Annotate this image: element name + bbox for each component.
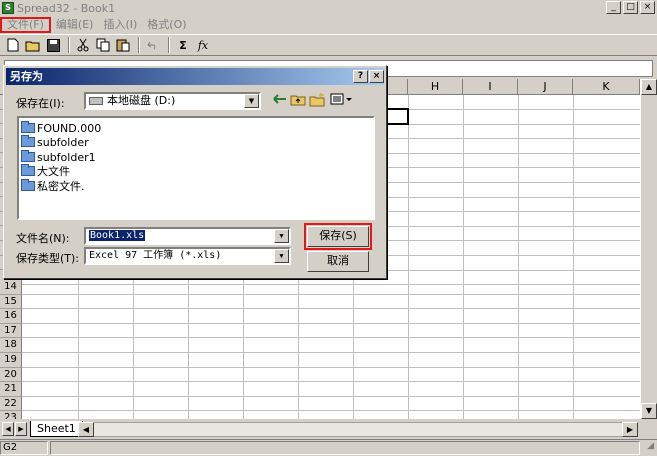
vertical-scrollbar[interactable]: ▲ ▼	[640, 79, 657, 419]
file-name: FOUND.000	[37, 121, 102, 135]
column-header-i[interactable]: I	[463, 79, 518, 95]
row-header-15[interactable]: 15	[0, 294, 22, 310]
save-as-dialog: 另存为 ? × 保存在(I): 本地磁盘 (D:) ▼ FOUND.000 su…	[3, 65, 387, 279]
menu-file[interactable]: 文件(F)	[0, 17, 51, 33]
file-list[interactable]: FOUND.000 subfolder subfolder1 大文件 私密文件.	[17, 116, 375, 220]
file-name: subfolder1	[37, 150, 96, 164]
row-header-20[interactable]: 20	[0, 367, 22, 383]
file-name: subfolder	[37, 135, 89, 149]
save-in-label: 保存在(I):	[16, 97, 65, 110]
chevron-down-icon[interactable]: ▼	[244, 94, 259, 108]
minimize-button[interactable]: _	[606, 1, 621, 14]
status-message	[50, 441, 640, 455]
list-item[interactable]: 私密文件.	[21, 179, 85, 193]
column-header-j[interactable]: J	[518, 79, 573, 95]
folder-icon	[21, 164, 35, 176]
sheet-tab-sheet1[interactable]: Sheet1	[30, 421, 83, 437]
drive-icon	[89, 97, 103, 105]
save-in-value: 本地磁盘 (D:)	[107, 94, 176, 107]
row-header-16[interactable]: 16	[0, 309, 22, 324]
column-header-h[interactable]: H	[408, 79, 463, 95]
status-bar: G2 ◢	[0, 439, 657, 456]
tab-next-icon[interactable]: ▶	[15, 422, 27, 436]
folder-icon	[21, 179, 35, 191]
file-name: 大文件	[37, 165, 70, 178]
filename-value: Book1.xls	[89, 230, 146, 241]
view-menu-icon[interactable]	[329, 93, 353, 109]
filename-input[interactable]: Book1.xls ▼	[84, 227, 291, 245]
menu-edit[interactable]: 编辑(E)	[51, 17, 99, 33]
list-item[interactable]: 大文件	[21, 164, 70, 178]
close-button[interactable]: ×	[640, 1, 655, 14]
row-header-17[interactable]: 17	[0, 323, 22, 339]
paste-icon[interactable]	[114, 36, 132, 54]
menu-format[interactable]: 格式(O)	[142, 17, 191, 33]
cell-reference: G2	[0, 441, 48, 455]
row-header-19[interactable]: 19	[0, 353, 22, 368]
save-button-highlight	[304, 223, 372, 250]
scroll-down-icon[interactable]: ▼	[641, 403, 657, 419]
autosum-button[interactable]: Σ	[174, 36, 192, 54]
save-disk-icon[interactable]	[44, 36, 62, 54]
dialog-titlebar: 另存为	[6, 68, 384, 85]
dialog-title: 另存为	[10, 70, 43, 83]
row-header-18[interactable]: 18	[0, 338, 22, 353]
list-item[interactable]: subfolder	[21, 135, 89, 149]
maximize-button[interactable]: □	[623, 1, 638, 14]
folder-icon	[21, 150, 35, 162]
window-titlebar: S Spread32 - Book1 _ □ ×	[0, 0, 657, 16]
new-folder-icon[interactable]	[308, 93, 326, 109]
filetype-value: Excel 97 工作簿 (*.xls)	[89, 250, 222, 261]
chevron-down-icon[interactable]: ▼	[274, 229, 289, 243]
cancel-button[interactable]: 取消	[307, 251, 369, 272]
row-header-22[interactable]: 22	[0, 396, 22, 412]
up-folder-icon[interactable]	[289, 93, 307, 109]
folder-icon	[21, 135, 35, 147]
file-name: 私密文件.	[37, 180, 85, 193]
resize-grip-icon[interactable]: ◢	[640, 441, 654, 455]
help-button[interactable]: ?	[353, 70, 368, 83]
app-icon: S	[2, 2, 14, 14]
toolbar-separator	[168, 37, 170, 53]
scroll-left-icon[interactable]: ◀	[78, 422, 94, 437]
chevron-down-icon[interactable]: ▼	[274, 249, 289, 263]
row-header-14[interactable]: 14	[0, 280, 22, 295]
function-button[interactable]: fx	[194, 36, 212, 54]
horizontal-scrollbar[interactable]: ◀ ▶	[78, 422, 638, 437]
dialog-close-button[interactable]: ×	[369, 70, 384, 83]
toolbar-separator	[68, 37, 70, 53]
scroll-up-icon[interactable]: ▲	[641, 79, 657, 95]
filename-label: 文件名(N):	[16, 232, 70, 245]
copy-icon[interactable]	[94, 36, 112, 54]
open-folder-icon[interactable]	[24, 36, 42, 54]
new-file-icon[interactable]	[4, 36, 22, 54]
folder-icon	[21, 121, 35, 133]
menu-insert[interactable]: 插入(I)	[98, 17, 142, 33]
list-item[interactable]: FOUND.000	[21, 121, 101, 135]
undo-icon[interactable]	[144, 36, 162, 54]
row-header-21[interactable]: 21	[0, 382, 22, 397]
back-icon[interactable]	[271, 93, 289, 109]
tab-prev-icon[interactable]: ◀	[2, 422, 14, 436]
filetype-select[interactable]: Excel 97 工作簿 (*.xls) ▼	[84, 247, 291, 265]
row-header-23[interactable]: 23	[0, 411, 22, 419]
toolbar: Σ fx	[0, 34, 657, 56]
filetype-label: 保存类型(T):	[16, 252, 80, 265]
sheet-tabs-row: ◀ ▶ Sheet1 ◀ ▶	[0, 421, 657, 438]
toolbar-separator	[138, 37, 140, 53]
menu-bar: 文件(F) 编辑(E) 插入(I) 格式(O)	[0, 16, 657, 34]
scroll-right-icon[interactable]: ▶	[622, 422, 638, 437]
window-title: Spread32 - Book1	[17, 1, 116, 15]
cut-icon[interactable]	[74, 36, 92, 54]
list-item[interactable]: subfolder1	[21, 150, 96, 164]
column-header-k[interactable]: K	[573, 79, 640, 95]
save-in-select[interactable]: 本地磁盘 (D:) ▼	[84, 92, 261, 110]
